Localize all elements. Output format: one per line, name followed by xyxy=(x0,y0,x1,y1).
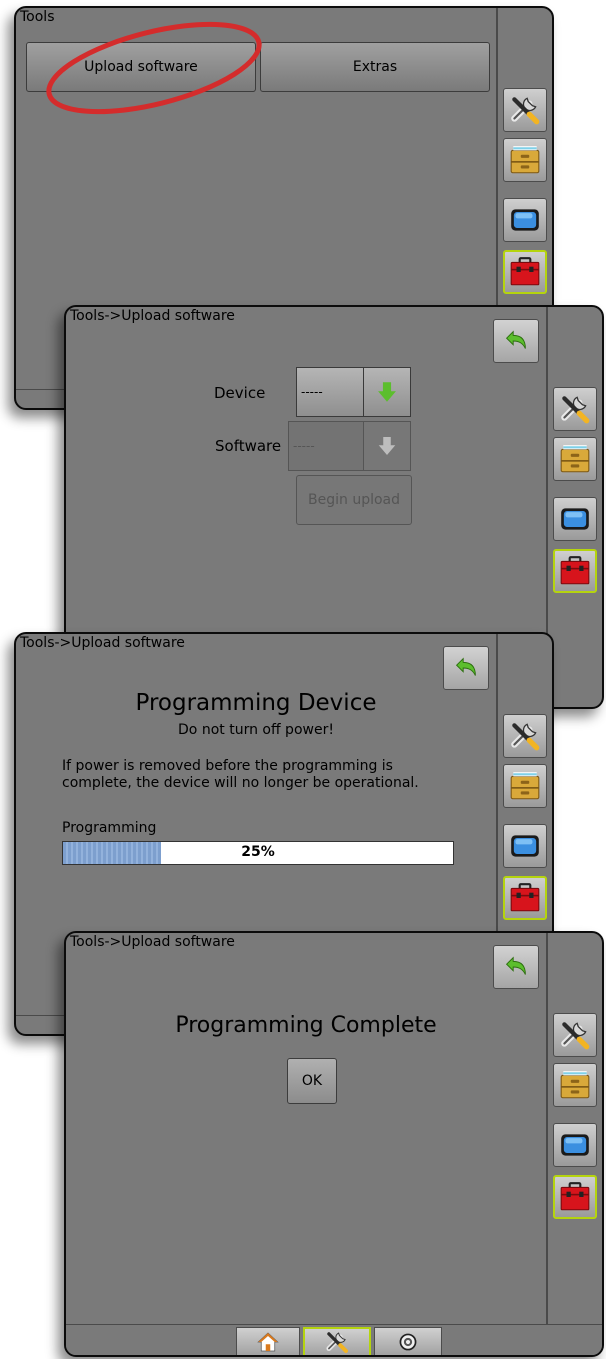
tools-icon xyxy=(558,392,592,426)
back-button[interactable] xyxy=(493,319,539,363)
device-label: Device xyxy=(214,384,266,402)
tools-icon xyxy=(508,719,542,753)
gauge-icon xyxy=(397,1331,419,1353)
ok-button[interactable]: OK xyxy=(287,1058,337,1104)
sidebar-data-button[interactable] xyxy=(553,1063,597,1107)
complete-content-area: Tools->Upload software Programming Compl… xyxy=(66,933,547,1325)
page-title: Tools->Upload software xyxy=(70,934,235,950)
sidebar-toolbox-button[interactable] xyxy=(553,549,597,593)
arrow-down-icon xyxy=(375,434,399,458)
software-dropdown-button xyxy=(363,421,411,471)
tools-icon xyxy=(508,93,542,127)
progress-percent-text: 25% xyxy=(241,844,275,860)
back-arrow-icon xyxy=(501,326,531,356)
progress-label: Programming xyxy=(62,820,157,836)
programming-complete-heading: Programming Complete xyxy=(175,1013,437,1038)
sidebar-data-button[interactable] xyxy=(503,138,547,182)
sidebar-tools-button[interactable] xyxy=(503,714,547,758)
sidebar-console-button[interactable] xyxy=(503,824,547,868)
sidebar-console-button[interactable] xyxy=(553,1123,597,1167)
monitor-icon xyxy=(558,502,592,536)
sidebar-toolbox-button[interactable] xyxy=(553,1175,597,1219)
toolbox-icon xyxy=(558,554,592,588)
sidebar xyxy=(547,307,602,707)
progress-bar: 25% xyxy=(62,841,454,865)
file-cabinet-icon xyxy=(508,143,542,177)
bottom-nav-bar xyxy=(66,1324,602,1355)
page-title: Tools->Upload software xyxy=(20,635,185,651)
toolbox-icon xyxy=(558,1180,592,1214)
programming-complete-screen: Tools->Upload software Programming Compl… xyxy=(64,931,604,1357)
nav-home-tab[interactable] xyxy=(236,1327,300,1355)
sidebar-toolbox-button[interactable] xyxy=(503,876,547,920)
tab-label: Extras xyxy=(352,59,398,75)
tab-upload-software[interactable]: Upload software xyxy=(26,42,256,92)
software-field: ----- xyxy=(288,421,364,471)
sidebar xyxy=(547,933,602,1325)
monitor-icon xyxy=(508,203,542,237)
programming-heading: Programming Device xyxy=(135,690,377,716)
begin-upload-label: Begin upload xyxy=(308,492,400,508)
begin-upload-button: Begin upload xyxy=(296,475,412,525)
back-arrow-icon xyxy=(451,653,481,683)
monitor-icon xyxy=(558,1128,592,1162)
monitor-icon xyxy=(508,829,542,863)
device-field[interactable]: ----- xyxy=(296,367,364,417)
ok-label: OK xyxy=(301,1073,323,1089)
tab-extras[interactable]: Extras xyxy=(260,42,490,92)
nav-tools-tab[interactable] xyxy=(303,1327,371,1355)
arrow-down-icon xyxy=(374,379,400,405)
back-arrow-icon xyxy=(501,952,531,982)
sidebar-toolbox-button[interactable] xyxy=(503,250,547,294)
tab-label: Upload software xyxy=(84,59,198,75)
back-button[interactable] xyxy=(443,646,489,690)
tools-icon xyxy=(558,1018,592,1052)
file-cabinet-icon xyxy=(558,442,592,476)
sidebar-tools-button[interactable] xyxy=(503,88,547,132)
page-title: Tools->Upload software xyxy=(70,308,235,324)
sidebar-tools-button[interactable] xyxy=(553,387,597,431)
software-label: Software xyxy=(215,437,282,455)
sidebar-tools-button[interactable] xyxy=(553,1013,597,1057)
page-title: Tools xyxy=(20,9,55,25)
sidebar-data-button[interactable] xyxy=(553,437,597,481)
toolbox-icon xyxy=(508,881,542,915)
programming-warning-text: If power is removed before the programmi… xyxy=(62,758,419,791)
sidebar-console-button[interactable] xyxy=(503,198,547,242)
nav-gauge-tab[interactable] xyxy=(374,1327,442,1355)
toolbox-icon xyxy=(508,255,542,289)
file-cabinet-icon xyxy=(558,1068,592,1102)
home-icon xyxy=(256,1330,280,1354)
power-warning-subheading: Do not turn off power! xyxy=(178,722,334,738)
sidebar-data-button[interactable] xyxy=(503,764,547,808)
back-button[interactable] xyxy=(493,945,539,989)
file-cabinet-icon xyxy=(508,769,542,803)
tools-icon xyxy=(324,1329,350,1355)
sidebar-console-button[interactable] xyxy=(553,497,597,541)
device-dropdown-button[interactable] xyxy=(363,367,411,417)
